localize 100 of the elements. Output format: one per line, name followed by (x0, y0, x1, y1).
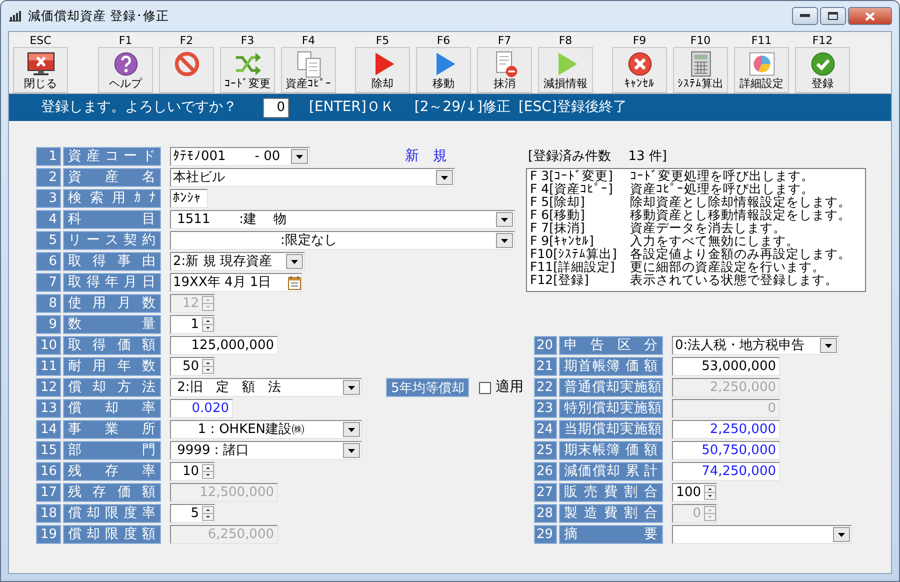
field-label: 検索用ｶﾅ (63, 189, 161, 208)
row-number: 8 (36, 294, 61, 313)
close-button[interactable] (848, 7, 892, 25)
toolbar-button[interactable]: 抹消 (477, 47, 532, 93)
caret-icon (825, 344, 832, 348)
help-key: F10[ｼｽﾃﾑ算出] (530, 247, 630, 260)
dropdown-button[interactable] (820, 338, 837, 353)
key-hint: [ENTER]ＯＫ (309, 98, 394, 117)
dropdown-field[interactable]: :限定なし (170, 231, 515, 250)
window-title: 減価償却資産 登録･修正 (28, 6, 169, 25)
spinner-icon (704, 506, 716, 521)
toolbar-button[interactable]: 詳細設定 (734, 47, 789, 93)
dropdown-field[interactable]: 2:旧 定 額 法 (170, 378, 362, 397)
spinner-icon (704, 485, 716, 500)
dropdown-button[interactable] (343, 380, 360, 395)
field-label: 科目 (63, 210, 161, 229)
dropdown-button[interactable] (496, 233, 513, 248)
field-label: リース契約 (63, 231, 161, 250)
toolbar-button[interactable]: ｺｰﾄﾞ変更 (220, 47, 275, 93)
toolbar-button[interactable]: 資産ｺﾋﾟｰ (281, 47, 336, 93)
function-key-label: F8 (558, 34, 572, 47)
caret-icon (501, 238, 508, 242)
field-label: 特別償却実施額 (559, 399, 663, 418)
field-label: 申告区分 (559, 336, 663, 355)
dropdown-field[interactable]: 0:法人税・地方税申告 (672, 336, 839, 355)
number-field[interactable]: 50,750,000 (672, 441, 780, 460)
number-field[interactable]: 74,250,000 (672, 462, 780, 481)
minimize-button[interactable] (792, 7, 818, 25)
date-field[interactable]: 19XX年 4月 1日 (170, 273, 302, 292)
dropdown-button[interactable] (343, 422, 360, 437)
dropdown-field[interactable]: 本社ビル (170, 168, 455, 187)
row-number: 18 (36, 504, 61, 523)
toolbar-button[interactable]: 閉じる (13, 47, 68, 93)
row-number: 29 (534, 525, 557, 544)
field-label: 減価償却 累 計 (559, 462, 663, 481)
function-key-label: F7 (498, 34, 512, 47)
number-field[interactable]: 125,000,000 (170, 336, 278, 355)
spin-field[interactable]: 5 (170, 504, 215, 523)
row-number: 11 (36, 357, 61, 376)
toolbar-button[interactable]: 減損情報 (538, 47, 593, 93)
close-icon (865, 12, 875, 20)
row-number: 28 (534, 504, 557, 523)
dropdown-field[interactable] (672, 525, 852, 544)
row-number: 23 (534, 399, 557, 418)
dropdown-field[interactable]: 1511 :建 物 (170, 210, 515, 229)
dropdown-button[interactable] (436, 170, 453, 185)
dropdown-button[interactable] (291, 149, 308, 164)
field-label: 償却限度額 (63, 525, 161, 544)
spin-field[interactable]: 10 (170, 462, 215, 481)
field-label: 摘要 (559, 525, 663, 544)
registered-count: [登録済み件数 13 件] (528, 148, 668, 166)
function-key-label: F10 (690, 34, 711, 47)
toolbar-button[interactable]: 除却 (355, 47, 410, 93)
help-key: F12[登録] (530, 273, 630, 286)
caret-icon (441, 176, 448, 180)
toolbar-button[interactable]: ｷｬﾝｾﾙ (612, 47, 667, 93)
row-number: 19 (36, 525, 61, 544)
spinner-icon (202, 464, 214, 479)
number-field[interactable]: 0.020 (170, 399, 233, 418)
number-field[interactable]: 53,000,000 (672, 357, 780, 376)
dropdown-button[interactable] (833, 527, 850, 542)
toolbar-button[interactable] (159, 47, 214, 93)
status-text: 新 規 (405, 147, 447, 166)
help-key: F11[詳細設定] (530, 260, 630, 273)
field-label: 事業所 (63, 420, 161, 439)
row-number: 2 (36, 168, 61, 187)
caret-icon (501, 218, 508, 222)
toolbar-button[interactable]: 移動 (416, 47, 471, 93)
help-key: F 7[抹消] (530, 221, 630, 234)
monitor-x-icon (26, 50, 56, 78)
checkbox[interactable] (479, 382, 492, 394)
spin-field[interactable]: 1 (170, 315, 215, 334)
maximize-button[interactable] (820, 7, 846, 25)
dropdown-button[interactable] (343, 443, 360, 458)
dropdown-button[interactable] (496, 212, 513, 227)
spin-field[interactable]: 100 (672, 483, 717, 502)
row-number: 26 (534, 462, 557, 481)
help-key: F 4[資産ｺﾋﾟｰ] (530, 182, 630, 195)
dropdown-field[interactable]: 2:新 規 現存資産 (170, 252, 305, 271)
spinner-icon (202, 359, 214, 374)
spin-field[interactable]: 50 (170, 357, 215, 376)
row-number: 10 (36, 336, 61, 355)
answer-field[interactable]: 0 (263, 98, 289, 118)
caret-icon (348, 428, 355, 432)
field-label: 取得価額 (63, 336, 161, 355)
toolbar-button[interactable]: ｼｽﾃﾑ算出 (673, 47, 728, 93)
dropdown-field[interactable]: ﾀﾃﾓﾉ001 - 00 (170, 147, 310, 166)
dropdown-button[interactable] (286, 254, 303, 269)
function-key-label: F5 (376, 34, 390, 47)
dropdown-field[interactable]: 9999：諸口 (170, 441, 362, 460)
number-field[interactable]: 2,250,000 (672, 420, 780, 439)
toolbar-button[interactable]: 登録 (795, 47, 850, 93)
caret-icon (348, 386, 355, 390)
help-key: F 3[ｺｰﾄﾞ変更] (530, 169, 630, 182)
toolbar-button[interactable]: ヘルプ (98, 47, 153, 93)
function-key-label: ESC (30, 34, 52, 47)
text-field[interactable]: ﾎﾝｼｬ (170, 189, 208, 208)
calendar-icon (288, 276, 301, 290)
dropdown-field[interactable]: 1：OHKEN建設㈱ (170, 420, 362, 439)
pie-chart-icon (746, 50, 776, 78)
